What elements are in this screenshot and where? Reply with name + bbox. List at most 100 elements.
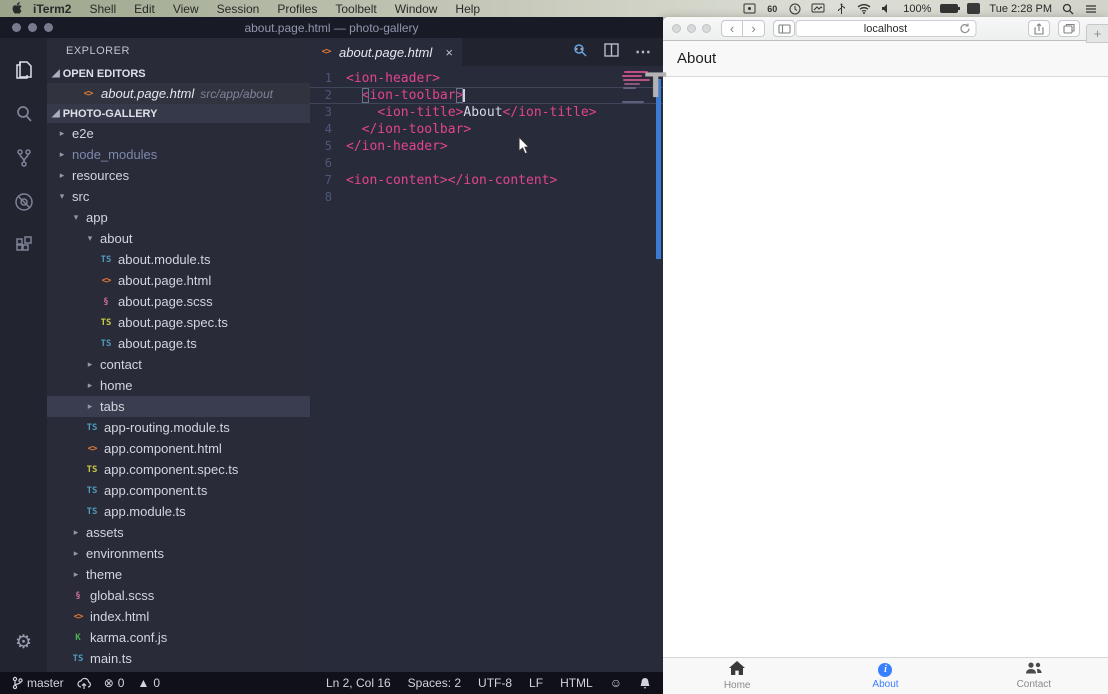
code-line-6[interactable]: 6 <box>310 155 663 172</box>
zoom-window-button[interactable] <box>702 24 711 33</box>
menu-profiles[interactable]: Profiles <box>268 2 326 16</box>
close-tab-icon[interactable]: × <box>445 45 453 60</box>
search-icon[interactable] <box>1 92 47 136</box>
close-window-button[interactable] <box>12 23 21 32</box>
editor-scrollbar[interactable] <box>656 79 661 259</box>
source-control-icon[interactable] <box>1 136 47 180</box>
display-icon[interactable] <box>811 3 825 15</box>
code-line-2[interactable]: 2 <ion-toolbar> <box>310 87 663 104</box>
code-line-3[interactable]: 3 <ion-title>About</ion-title> <box>310 104 663 121</box>
tab-overview-icon[interactable] <box>1058 20 1080 37</box>
tree-item-about-page-scss[interactable]: §about.page.scss <box>47 291 310 312</box>
vscode-title-bar[interactable]: about.page.html — photo-gallery <box>0 17 663 38</box>
project-section-header[interactable]: ◢ PHOTO-GALLERY <box>47 104 310 123</box>
open-preview-icon[interactable] <box>572 42 588 63</box>
code-line-5[interactable]: 5</ion-header> <box>310 138 663 155</box>
menu-toolbelt[interactable]: Toolbelt <box>326 2 385 16</box>
tree-item-main-ts[interactable]: TSmain.ts <box>47 648 310 669</box>
tree-item-node-modules[interactable]: ▸node_modules <box>47 144 310 165</box>
eol-setting[interactable]: LF <box>529 676 543 690</box>
ionic-tab-about[interactable]: iAbout <box>811 658 959 694</box>
menu-session[interactable]: Session <box>208 2 269 16</box>
indentation-setting[interactable]: Spaces: 2 <box>408 676 461 690</box>
tree-item-environments[interactable]: ▸environments <box>47 543 310 564</box>
menu-edit[interactable]: Edit <box>125 2 164 16</box>
code-line-1[interactable]: 1<ion-header> <box>310 70 663 87</box>
new-tab-button[interactable]: + <box>1086 24 1108 43</box>
code-line-4[interactable]: 4 </ion-toolbar> <box>310 121 663 138</box>
tree-item-e2e[interactable]: ▸e2e <box>47 123 310 144</box>
minimize-window-button[interactable] <box>687 24 696 33</box>
back-button[interactable]: ‹ <box>721 20 743 37</box>
tab-about-page-html[interactable]: <> about.page.html × <box>310 38 462 66</box>
tree-item-about-page-ts[interactable]: TSabout.page.ts <box>47 333 310 354</box>
tree-item-app-component-html[interactable]: <>app.component.html <box>47 438 310 459</box>
ionic-tab-home[interactable]: Home <box>663 658 811 694</box>
tree-item-app-routing-module-ts[interactable]: TSapp-routing.module.ts <box>47 417 310 438</box>
debug-disabled-icon[interactable] <box>1 180 47 224</box>
notification-center-icon[interactable] <box>1084 3 1098 15</box>
cursor-position[interactable]: Ln 2, Col 16 <box>326 676 391 690</box>
vscode-traffic-lights[interactable] <box>12 23 53 32</box>
language-mode[interactable]: HTML <box>560 676 593 690</box>
tree-item-app-module-ts[interactable]: TSapp.module.ts <box>47 501 310 522</box>
safari-traffic-lights[interactable] <box>672 24 711 33</box>
code-line-8[interactable]: 8 <box>310 189 663 206</box>
publish-changes-icon[interactable] <box>77 677 91 690</box>
open-editors-section[interactable]: ◢ OPEN EDITORS <box>47 64 310 83</box>
tree-item-app-component-ts[interactable]: TSapp.component.ts <box>47 480 310 501</box>
menu-shell[interactable]: Shell <box>80 2 125 16</box>
wifi-icon[interactable] <box>857 3 871 15</box>
minimize-window-button[interactable] <box>28 23 37 32</box>
tree-item-about-page-html[interactable]: <>about.page.html <box>47 270 310 291</box>
tree-item-app-component-spec-ts[interactable]: TSapp.component.spec.ts <box>47 459 310 480</box>
tree-item-about-module-ts[interactable]: TSabout.module.ts <box>47 249 310 270</box>
tree-item-app[interactable]: ▾app <box>47 207 310 228</box>
close-window-button[interactable] <box>672 24 681 33</box>
sidebar-toggle-button[interactable] <box>773 20 795 37</box>
tree-item-karma-conf-js[interactable]: Kkarma.conf.js <box>47 627 310 648</box>
encoding-setting[interactable]: UTF-8 <box>478 676 512 690</box>
tree-item-home[interactable]: ▸home <box>47 375 310 396</box>
warnings-indicator[interactable]: ▲ 0 <box>137 676 160 690</box>
tree-item-tabs[interactable]: ▸tabs <box>47 396 310 417</box>
tree-item-contact[interactable]: ▸contact <box>47 354 310 375</box>
code-editor[interactable]: 1<ion-header>2 <ion-toolbar>3 <ion-title… <box>310 66 663 672</box>
tree-item-about-page-spec-ts[interactable]: TSabout.page.spec.ts <box>47 312 310 333</box>
split-editor-icon[interactable] <box>604 43 619 62</box>
screen-recording-icon[interactable] <box>742 3 756 15</box>
tree-item-index-html[interactable]: <>index.html <box>47 606 310 627</box>
tree-item-assets[interactable]: ▸assets <box>47 522 310 543</box>
ionic-tab-contact[interactable]: Contact <box>960 658 1108 694</box>
open-editor-about-page-html[interactable]: <> about.page.html src/app/about <box>47 83 310 104</box>
spotlight-icon[interactable] <box>1061 3 1075 15</box>
input-source-icon[interactable] <box>967 3 980 14</box>
explorer-icon[interactable] <box>1 48 47 92</box>
more-actions-icon[interactable]: ⋯ <box>635 42 651 62</box>
sixty-fps-icon[interactable]: 60 <box>765 3 779 15</box>
menu-view[interactable]: View <box>164 2 208 16</box>
apple-menu-icon[interactable] <box>10 3 24 15</box>
tree-item-global-scss[interactable]: §global.scss <box>47 585 310 606</box>
menu-iterm2[interactable]: iTerm2 <box>24 2 80 16</box>
menu-bar-clock[interactable]: Tue 2:28 PM <box>989 3 1052 15</box>
extensions-icon[interactable] <box>1 224 47 268</box>
battery-icon[interactable] <box>940 4 958 13</box>
code-line-7[interactable]: 7<ion-content></ion-content> <box>310 172 663 189</box>
share-icon[interactable] <box>1028 20 1050 37</box>
tree-item-resources[interactable]: ▸resources <box>47 165 310 186</box>
dongle-icon[interactable] <box>834 3 848 15</box>
tree-item-theme[interactable]: ▸theme <box>47 564 310 585</box>
menu-window[interactable]: Window <box>386 2 447 16</box>
volume-icon[interactable] <box>880 3 894 15</box>
settings-gear-icon[interactable]: ⚙ <box>1 620 47 664</box>
notifications-bell-icon[interactable] <box>639 677 651 690</box>
zoom-window-button[interactable] <box>44 23 53 32</box>
forward-button[interactable]: › <box>743 20 765 37</box>
menu-help[interactable]: Help <box>446 2 489 16</box>
tree-item-src[interactable]: ▾src <box>47 186 310 207</box>
feedback-smiley-icon[interactable]: ☺ <box>610 676 622 690</box>
reload-icon[interactable] <box>959 23 970 37</box>
git-branch-indicator[interactable]: master <box>12 676 64 690</box>
clock-status-icon[interactable] <box>788 3 802 15</box>
